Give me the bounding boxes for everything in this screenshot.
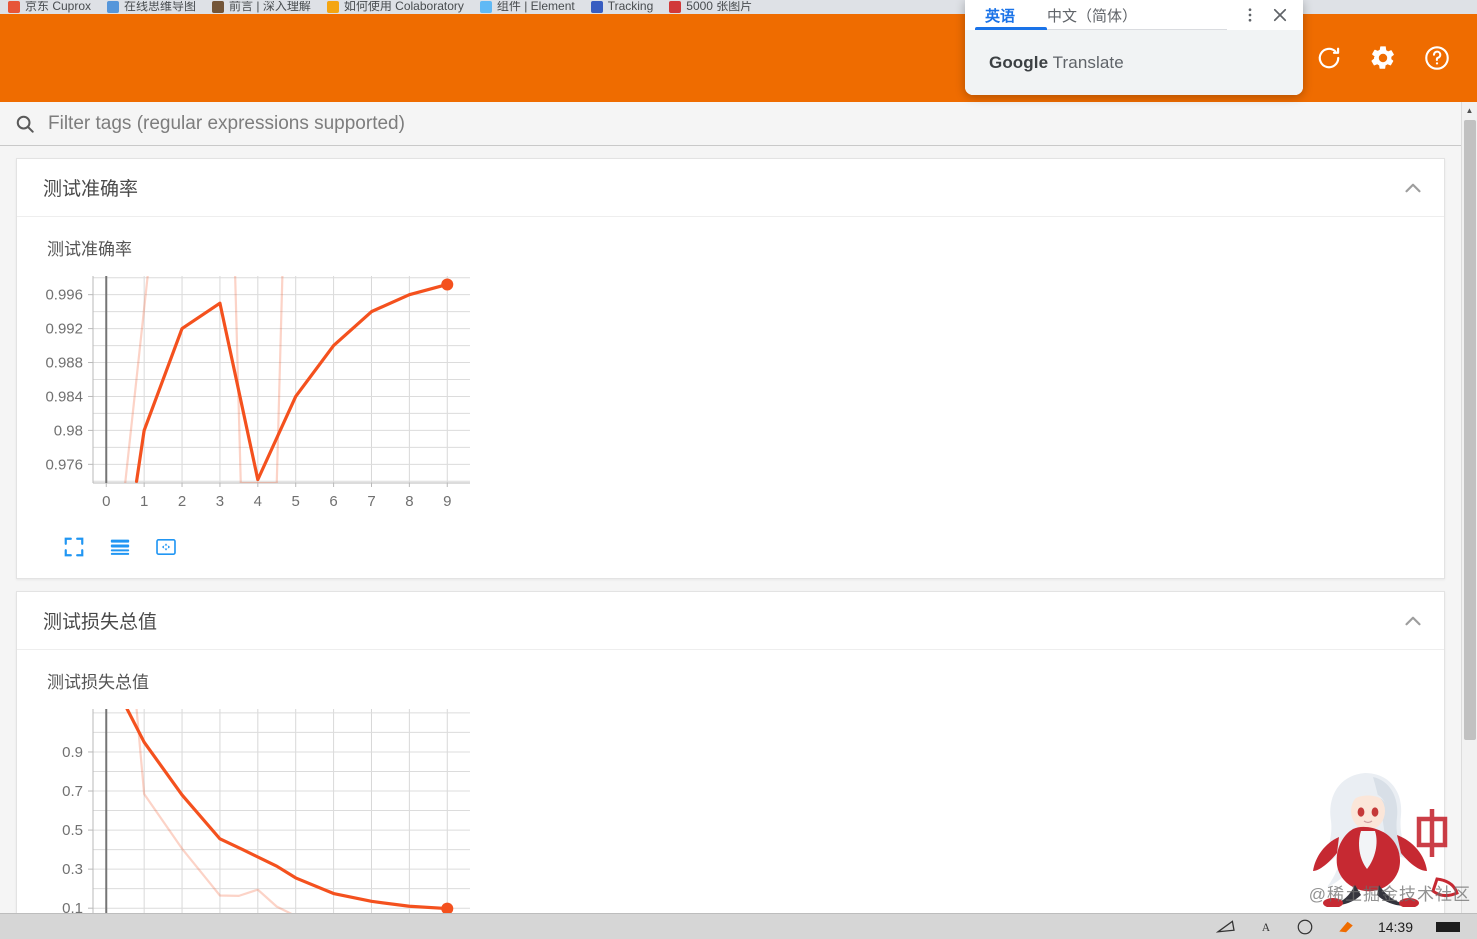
chevron-up-icon[interactable]	[1400, 175, 1426, 201]
help-question-icon[interactable]	[1423, 44, 1451, 72]
card-header[interactable]: 测试准确率	[17, 159, 1444, 217]
svg-text:0.98: 0.98	[54, 422, 83, 439]
dashboard-scroll-area: 测试准确率 测试准确率 0.976 0.98 0.984 0.988 0.992 0.99…	[0, 146, 1461, 913]
svg-text:4: 4	[254, 493, 262, 510]
tab-favicon-icon	[669, 1, 682, 13]
tab-favicon-icon	[107, 1, 120, 13]
display-icon[interactable]	[1215, 919, 1236, 935]
app-icon[interactable]	[1336, 918, 1356, 936]
chart-loss[interactable]: 0.10.30.50.70.90123456789	[17, 701, 1444, 913]
refresh-icon[interactable]	[1315, 44, 1343, 72]
svg-text:0.1: 0.1	[62, 900, 83, 913]
expand-fullscreen-icon[interactable]	[61, 534, 87, 560]
chevron-up-icon[interactable]	[1400, 608, 1426, 634]
tab-favicon-icon	[326, 1, 339, 13]
search-icon	[14, 113, 36, 135]
settings-gear-icon[interactable]	[1369, 44, 1397, 72]
translate-tab-active-indicator	[975, 27, 1047, 30]
chart-card-accuracy: 测试准确率 测试准确率 0.976 0.98 0.984 0.988 0.992 0.99…	[16, 158, 1445, 579]
svg-text:3: 3	[216, 493, 224, 510]
browser-tab[interactable]: 如何使用 Colaboratory	[319, 1, 472, 14]
svg-text:0.988: 0.988	[45, 355, 83, 372]
browser-tab-label: 5000 张图片	[686, 1, 753, 13]
brand-google: Google	[989, 52, 1049, 72]
watermark-text: @稀土掘金技术社区	[1308, 885, 1471, 904]
svg-text:0.5: 0.5	[62, 822, 83, 839]
svg-text:5: 5	[292, 493, 300, 510]
fit-domain-icon[interactable]	[153, 534, 179, 560]
header-icon-group	[1315, 44, 1477, 72]
browser-tab-label: 组件 | Element	[496, 1, 575, 13]
accuracy-line-chart-svg[interactable]: 0.976 0.98 0.984 0.988 0.992 0.996 0 1 2 3 4 5 6 7 8 9	[23, 268, 483, 523]
translate-tab-chinese[interactable]: 中文（简体）	[1031, 0, 1153, 30]
card-body: 测试损失总值 0.10.30.50.70.90123456789	[17, 650, 1444, 913]
svg-text:2: 2	[178, 493, 186, 510]
translate-popup-body: Google Translate	[965, 30, 1303, 95]
circle-icon[interactable]	[1296, 918, 1314, 936]
card-body: 测试准确率 0.976 0.98 0.984 0.988 0.992 0.996 0 1 2 3 4…	[17, 217, 1444, 578]
windows-taskbar: A 14:39	[0, 913, 1477, 939]
card-header[interactable]: 测试损失总值	[17, 592, 1444, 650]
browser-tab-label: Tracking	[607, 1, 654, 13]
svg-text:0.3: 0.3	[62, 861, 83, 878]
tab-favicon-icon	[212, 1, 225, 13]
svg-text:0.7: 0.7	[62, 783, 83, 800]
svg-text:8: 8	[405, 493, 413, 510]
tab-favicon-icon	[8, 1, 20, 13]
svg-text:0: 0	[102, 493, 110, 510]
taskbar-clock: 14:39	[1377, 918, 1413, 935]
input-method-icon[interactable]: A	[1258, 919, 1274, 935]
svg-text:1: 1	[140, 493, 148, 510]
browser-tab[interactable]: 前言 | 深入理解	[204, 1, 319, 14]
google-translate-brand: Google Translate	[989, 53, 1124, 73]
filter-bar	[0, 102, 1461, 146]
svg-text:6: 6	[329, 493, 337, 510]
browser-tab-label: 京东 Cuprox	[25, 1, 92, 13]
chart-title-accuracy: 测试准确率	[47, 240, 132, 259]
google-translate-popup: 英语 中文（简体） Google Translate	[965, 0, 1303, 95]
browser-tab-label: 如何使用 Colaboratory	[343, 1, 464, 13]
svg-text:0.992: 0.992	[45, 321, 83, 338]
more-vertical-icon[interactable]	[1237, 2, 1263, 28]
translate-tab-english[interactable]: 英语	[969, 0, 1031, 30]
browser-tab[interactable]: 在线思维导图	[99, 1, 204, 14]
svg-text:0.996: 0.996	[45, 287, 83, 304]
svg-text:0.984: 0.984	[45, 388, 83, 405]
show-desktop-button[interactable]	[1435, 920, 1461, 934]
close-icon[interactable]	[1267, 2, 1293, 28]
tab-favicon-icon	[479, 1, 492, 13]
browser-tab[interactable]: 5000 张图片	[661, 1, 760, 14]
browser-tab[interactable]: 组件 | Element	[472, 1, 583, 14]
vertical-scrollbar[interactable]: ▲	[1461, 102, 1477, 913]
brand-translate: Translate	[1048, 52, 1124, 72]
svg-text:0.976: 0.976	[45, 456, 83, 473]
translate-tablist: 英语 中文（简体）	[965, 0, 1303, 30]
chart-accuracy[interactable]: 0.976 0.98 0.984 0.988 0.992 0.996 0 1 2 3 4 5 6 7 8 9	[17, 268, 1444, 528]
scrollbar-thumb[interactable]	[1464, 120, 1476, 740]
browser-tab[interactable]: Tracking	[583, 1, 662, 14]
chart-toolbar	[17, 528, 1444, 570]
scroll-up-arrow-icon[interactable]: ▲	[1462, 102, 1477, 118]
browser-tab-label: 前言 | 深入理解	[229, 1, 311, 13]
chart-title-loss: 测试损失总值	[47, 673, 149, 692]
card-title: 测试准确率	[43, 179, 139, 200]
filter-tags-input[interactable]	[46, 111, 1447, 136]
svg-text:7: 7	[367, 493, 375, 510]
chart-card-loss: 测试损失总值 测试损失总值 0.10.30.50.70.90123456789	[16, 591, 1445, 913]
tab-favicon-icon	[590, 1, 603, 13]
svg-text:A: A	[1262, 922, 1271, 934]
svg-text:0.9: 0.9	[62, 744, 83, 761]
data-table-icon[interactable]	[107, 534, 133, 560]
translate-actions	[1237, 2, 1299, 28]
card-title: 测试损失总值	[43, 612, 158, 633]
browser-tab-label: 在线思维导图	[124, 1, 197, 13]
browser-tab[interactable]: 京东 Cuprox	[0, 1, 99, 14]
svg-text:9: 9	[443, 493, 451, 510]
loss-line-chart-svg[interactable]: 0.10.30.50.70.90123456789	[23, 701, 483, 913]
